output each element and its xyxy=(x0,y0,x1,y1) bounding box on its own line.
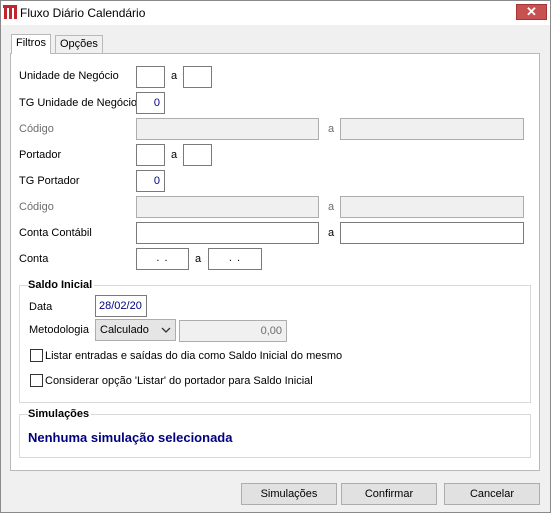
portador-label: Portador xyxy=(19,149,62,161)
tab-filtros[interactable]: Filtros xyxy=(11,34,51,54)
data-value: 28/02/20 xyxy=(99,300,142,312)
tg-unidade-negocio-input[interactable]: 0 xyxy=(136,92,165,114)
codigo2-to-input xyxy=(340,196,524,218)
codigo1-from-input xyxy=(136,118,319,140)
app-icon xyxy=(3,5,17,19)
codigo1-label: Código xyxy=(19,123,54,135)
codigo1-to-input xyxy=(340,118,524,140)
considerar-listar-checkbox[interactable] xyxy=(30,374,43,387)
simulacoes-button[interactable]: Simulações xyxy=(241,483,337,505)
cancelar-button[interactable]: Cancelar xyxy=(444,483,540,505)
unidade-negocio-sep: a xyxy=(171,70,178,82)
conta-contabil-sep: a xyxy=(328,227,335,239)
tg-unidade-negocio-value: 0 xyxy=(153,97,160,109)
unidade-negocio-to-input[interactable] xyxy=(183,66,212,88)
dialog-window: Fluxo Diário Calendário ✕ Filtros Opções… xyxy=(0,0,551,513)
saldo-inicial-title: Saldo Inicial xyxy=(28,279,95,291)
metodologia-amount-input: 0,00 xyxy=(179,320,287,342)
unidade-negocio-label: Unidade de Negócio xyxy=(19,70,119,82)
data-label: Data xyxy=(29,301,53,313)
chevron-down-icon xyxy=(161,327,171,333)
metodologia-select-value: Calculado xyxy=(100,324,149,336)
tab-filtros-label: Filtros xyxy=(16,37,46,49)
unidade-negocio-from-input[interactable] xyxy=(136,66,165,88)
conta-to-input[interactable]: . . xyxy=(208,248,262,270)
conta-contabil-from-input[interactable] xyxy=(136,222,319,244)
tg-portador-label: TG Portador xyxy=(19,175,80,187)
tab-opcoes[interactable]: Opções xyxy=(55,35,103,53)
conta-sep: a xyxy=(195,253,202,265)
conta-from-value: . . xyxy=(156,252,169,264)
codigo2-sep: a xyxy=(328,201,335,213)
tg-unidade-negocio-label: TG Unidade de Negócio xyxy=(19,97,138,109)
simulacoes-status: Nenhuma simulação selecionada xyxy=(28,430,233,445)
considerar-listar-label: Considerar opção 'Listar' do portador pa… xyxy=(45,375,313,387)
conta-contabil-to-input[interactable] xyxy=(340,222,524,244)
data-input[interactable]: 28/02/20 xyxy=(95,295,147,317)
portador-from-input[interactable] xyxy=(136,144,165,166)
simulacoes-title: Simulações xyxy=(28,408,92,420)
tg-portador-input[interactable]: 0 xyxy=(136,170,165,192)
close-button[interactable]: ✕ xyxy=(516,4,547,20)
tg-portador-value: 0 xyxy=(153,175,160,187)
codigo2-label: Código xyxy=(19,201,54,213)
conta-from-input[interactable]: . . xyxy=(136,248,189,270)
confirmar-button[interactable]: Confirmar xyxy=(341,483,437,505)
metodologia-select[interactable]: Calculado xyxy=(95,319,176,341)
listar-entradas-checkbox[interactable] xyxy=(30,349,43,362)
conta-contabil-label: Conta Contábil xyxy=(19,227,92,239)
listar-entradas-label: Listar entradas e saídas do dia como Sal… xyxy=(45,350,343,362)
conta-label: Conta xyxy=(19,253,49,265)
window-title: Fluxo Diário Calendário xyxy=(20,6,146,20)
codigo2-from-input xyxy=(136,196,319,218)
title-bar: Fluxo Diário Calendário ✕ xyxy=(1,1,550,25)
tab-opcoes-label: Opções xyxy=(60,38,98,50)
metodologia-label: Metodologia xyxy=(29,324,89,336)
portador-sep: a xyxy=(171,149,178,161)
portador-to-input[interactable] xyxy=(183,144,212,166)
metodologia-amount-value: 0,00 xyxy=(260,325,282,337)
codigo1-sep: a xyxy=(328,123,335,135)
conta-to-value: . . xyxy=(228,252,242,264)
